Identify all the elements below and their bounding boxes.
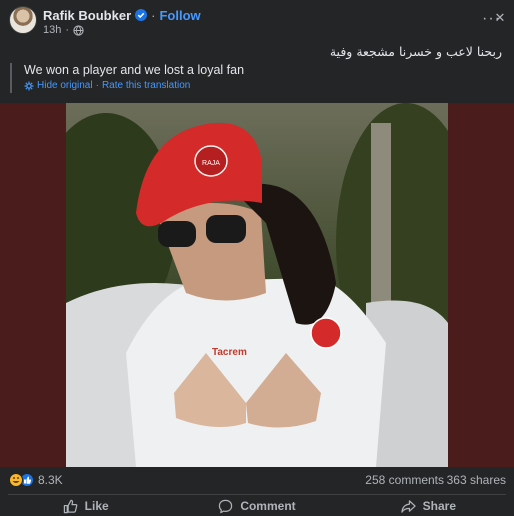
follow-button[interactable]: Follow [159, 8, 200, 23]
action-divider [8, 494, 506, 495]
like-button[interactable]: Like [0, 496, 171, 516]
translation-actions: Hide original · Rate this translation [24, 80, 310, 91]
translation-block: We won a player and we lost a loyal fan … [10, 63, 310, 93]
share-icon [400, 499, 416, 513]
thumbs-up-icon [63, 499, 77, 513]
comment-label: Comment [240, 499, 296, 513]
rate-translation-link[interactable]: Rate this translation [102, 80, 190, 91]
share-label: Share [422, 499, 456, 513]
globe-icon [73, 24, 84, 36]
author-name[interactable]: Rafik Boubker [43, 8, 131, 23]
shares-count[interactable]: 363 shares [447, 473, 506, 487]
shirt-sponsor-text: Tacrem [212, 347, 247, 358]
verified-badge-icon [135, 9, 148, 21]
reaction-count[interactable]: 8.3K [38, 473, 63, 487]
translated-text: We won a player and we lost a loyal fan [24, 63, 245, 77]
author-line: Rafik Boubker · Follow [43, 7, 201, 23]
post-meta: 13h · [43, 24, 84, 36]
comment-button[interactable]: Comment [171, 496, 342, 516]
action-bar: Like Comment Share [0, 496, 514, 516]
post-photo[interactable]: RAJA Tacrem [66, 103, 448, 467]
comments-count[interactable]: 258 comments [365, 473, 444, 487]
close-icon[interactable]: ✕ [493, 10, 507, 26]
post-header: Rafik Boubker · Follow 13h · ··· ✕ [0, 0, 514, 40]
post-time[interactable]: 13h [43, 24, 61, 36]
post-media[interactable]: RAJA Tacrem [0, 103, 514, 467]
gear-icon [24, 81, 34, 90]
comment-icon [219, 499, 233, 513]
separator-dot: · [151, 7, 156, 23]
avatar[interactable] [9, 6, 37, 34]
meta-separator: · [65, 24, 70, 36]
hide-original-link[interactable]: Hide original [37, 80, 93, 91]
like-label: Like [84, 499, 109, 513]
share-button[interactable]: Share [343, 496, 514, 516]
reactions-bar: 8.3K 258 comments 363 shares [0, 467, 514, 493]
translation-separator: · [95, 80, 99, 91]
cap-logo-text: RAJA [202, 160, 220, 167]
post-original-text: ربحنا لاعب و خسرنا مشجعة وفية [329, 44, 502, 59]
reaction-icons[interactable] [8, 473, 36, 487]
